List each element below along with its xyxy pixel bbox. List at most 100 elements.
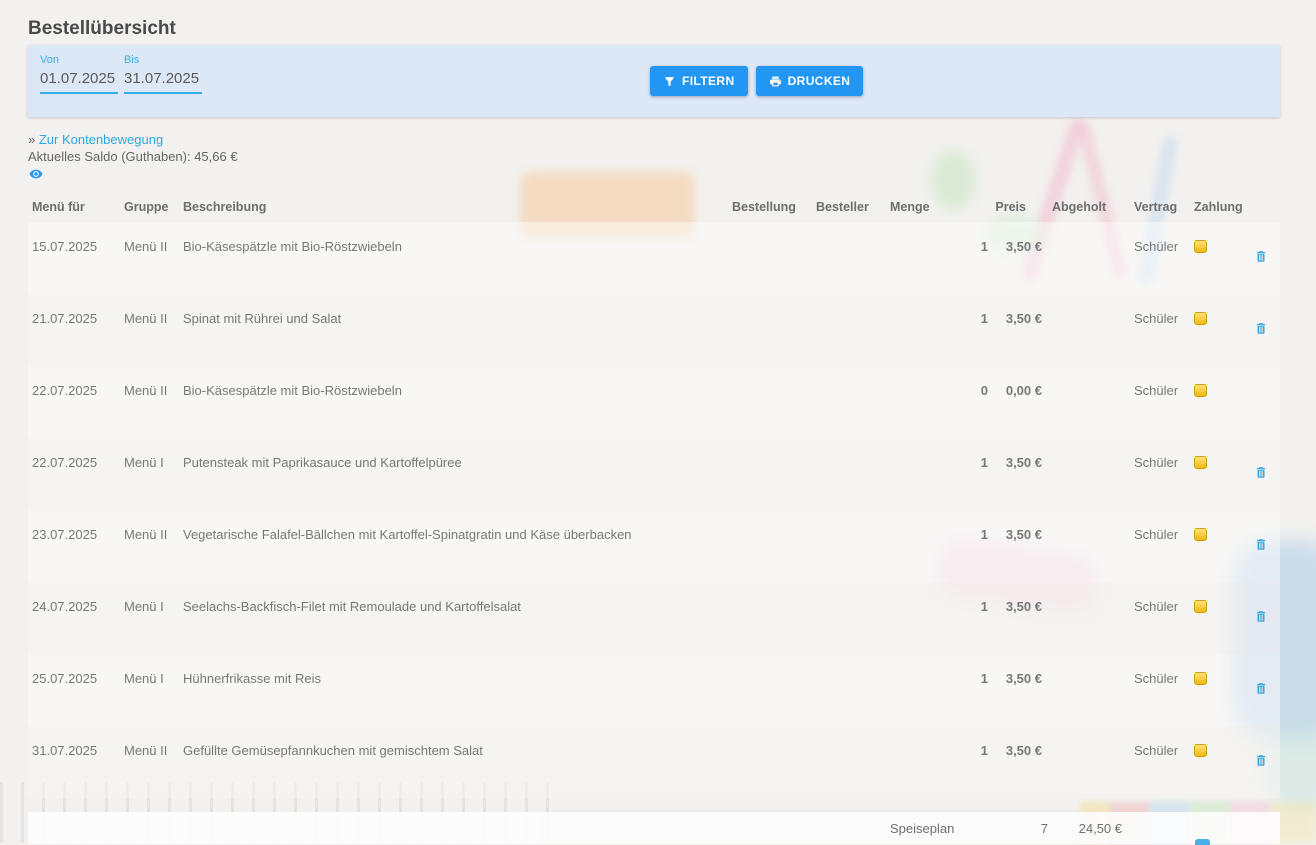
eye-icon <box>28 169 44 184</box>
account-movements-link[interactable]: Zur Kontenbewegung <box>39 132 163 147</box>
footer-eye-icon-partial[interactable] <box>1195 839 1210 845</box>
date-to-field: Bis <box>124 54 202 94</box>
header-zahlung: Zahlung <box>1186 200 1246 214</box>
print-button[interactable]: DRUCKEN <box>756 66 864 96</box>
row-menge: 0 <box>882 366 988 398</box>
row-menge: 1 <box>882 222 988 254</box>
delete-button[interactable] <box>1254 527 1268 552</box>
filter-button[interactable]: FILTERN <box>650 66 748 96</box>
row-vertrag: Schüler <box>1128 294 1186 326</box>
printer-icon <box>769 75 782 88</box>
date-from-label: Von <box>40 54 118 66</box>
payment-status-icon <box>1194 456 1207 469</box>
row-vertrag: Schüler <box>1128 654 1186 686</box>
row-date: 23.07.2025 <box>32 510 124 542</box>
payment-status-icon <box>1194 384 1207 397</box>
payment-status-icon <box>1194 600 1207 613</box>
row-group: Menü I <box>124 654 183 686</box>
header-vertrag: Vertrag <box>1128 200 1186 214</box>
delete-button[interactable] <box>1254 743 1268 768</box>
trash-icon <box>1254 468 1268 483</box>
row-abgeholt <box>1042 582 1128 599</box>
current-balance-text: Aktuelles Saldo (Guthaben): 45,66 € <box>28 149 238 164</box>
header-beschreibung: Beschreibung <box>183 200 712 214</box>
date-from-input[interactable] <box>40 70 118 94</box>
row-date: 22.07.2025 <box>32 438 124 470</box>
orders-table: Menü für Gruppe Beschreibung Bestellung … <box>28 192 1280 844</box>
row-description: Putensteak mit Paprikasauce und Kartoffe… <box>183 438 712 470</box>
row-date: 24.07.2025 <box>32 582 124 614</box>
row-vertrag: Schüler <box>1128 438 1186 470</box>
row-description: Spinat mit Rührei und Salat <box>183 294 712 326</box>
row-menge: 1 <box>882 510 988 542</box>
row-menge: 1 <box>882 582 988 614</box>
table-row: 22.07.2025 Menü II Bio-Käsespätzle mit B… <box>28 366 1280 438</box>
footer-count: 7 <box>990 821 1048 836</box>
table-row: 15.07.2025 Menü II Bio-Käsespätzle mit B… <box>28 222 1280 294</box>
row-besteller <box>802 726 882 743</box>
table-footer-row: Speiseplan 7 24,50 € <box>28 812 1280 844</box>
row-date: 22.07.2025 <box>32 366 124 398</box>
row-abgeholt <box>1042 654 1128 671</box>
table-row: 23.07.2025 Menü II Vegetarische Falafel-… <box>28 510 1280 582</box>
row-description: Bio-Käsespätzle mit Bio-Röstzwiebeln <box>183 366 712 398</box>
row-date: 15.07.2025 <box>32 222 124 254</box>
payment-status-icon <box>1194 528 1207 541</box>
row-besteller <box>802 510 882 527</box>
row-bestellung <box>712 294 802 311</box>
row-preis: 3,50 € <box>988 294 1042 326</box>
row-menge: 1 <box>882 726 988 758</box>
link-prefix: » <box>28 132 35 147</box>
payment-status-icon <box>1194 312 1207 325</box>
table-row: 31.07.2025 Menü II Gefüllte Gemüsepfannk… <box>28 726 1280 798</box>
delete-button[interactable] <box>1254 671 1268 696</box>
header-menu-fuer: Menü für <box>32 200 124 214</box>
trash-icon <box>1254 540 1268 555</box>
row-bestellung <box>712 654 802 671</box>
row-abgeholt <box>1042 222 1128 239</box>
row-group: Menü II <box>124 294 183 326</box>
row-abgeholt <box>1042 438 1128 455</box>
delete-button[interactable] <box>1254 311 1268 336</box>
row-besteller <box>802 438 882 455</box>
row-preis: 3,50 € <box>988 438 1042 470</box>
payment-status-icon <box>1194 744 1207 757</box>
row-vertrag: Schüler <box>1128 582 1186 614</box>
filter-button-label: FILTERN <box>682 74 735 88</box>
row-besteller <box>802 654 882 671</box>
row-besteller <box>802 366 882 383</box>
row-menge: 1 <box>882 438 988 470</box>
row-preis: 3,50 € <box>988 582 1042 614</box>
row-bestellung <box>712 510 802 527</box>
row-bestellung <box>712 222 802 239</box>
row-bestellung <box>712 582 802 599</box>
table-header-row: Menü für Gruppe Beschreibung Bestellung … <box>28 192 1280 222</box>
toggle-visibility-button[interactable] <box>28 167 44 181</box>
row-abgeholt <box>1042 726 1128 743</box>
row-bestellung <box>712 366 802 383</box>
row-description: Gefüllte Gemüsepfannkuchen mit gemischte… <box>183 726 712 758</box>
row-group: Menü I <box>124 438 183 470</box>
row-preis: 0,00 € <box>988 366 1042 398</box>
row-group: Menü II <box>124 222 183 254</box>
row-abgeholt <box>1042 366 1128 383</box>
row-group: Menü II <box>124 510 183 542</box>
delete-button[interactable] <box>1254 599 1268 624</box>
filter-actions: FILTERN DRUCKEN <box>650 66 863 96</box>
footer-label: Speiseplan <box>890 821 990 836</box>
payment-status-icon <box>1194 240 1207 253</box>
delete-button[interactable] <box>1254 239 1268 264</box>
footer-total: 24,50 € <box>1048 821 1122 836</box>
trash-icon <box>1254 252 1268 267</box>
delete-button[interactable] <box>1254 455 1268 480</box>
row-abgeholt <box>1042 510 1128 527</box>
date-to-input[interactable] <box>124 70 202 94</box>
row-vertrag: Schüler <box>1128 510 1186 542</box>
date-from-field: Von <box>40 54 118 94</box>
table-row: 24.07.2025 Menü I Seelachs-Backfisch-Fil… <box>28 582 1280 654</box>
row-date: 31.07.2025 <box>32 726 124 758</box>
row-preis: 3,50 € <box>988 726 1042 758</box>
row-date: 25.07.2025 <box>32 654 124 686</box>
header-gruppe: Gruppe <box>124 200 183 214</box>
row-description: Vegetarische Falafel-Bällchen mit Kartof… <box>183 510 712 542</box>
